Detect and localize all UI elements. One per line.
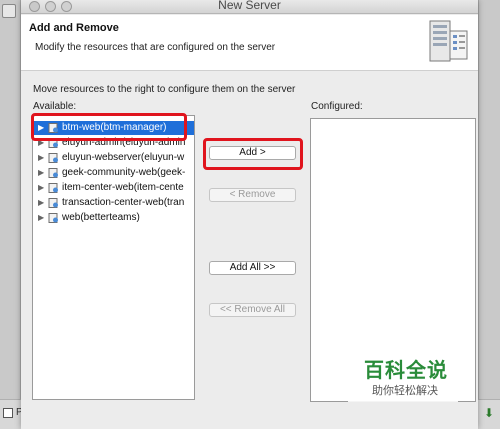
tree-item-web-betterteams[interactable]: ▶ web(betterteams) bbox=[33, 211, 194, 225]
tree-item-label: transaction-center-web(tran bbox=[62, 197, 185, 208]
watermark-title: 百科全说 bbox=[364, 358, 448, 382]
web-module-icon bbox=[48, 183, 58, 193]
available-list[interactable]: ▶ btm-web(btm-manager) ▶ eluyun-admin(el… bbox=[32, 115, 195, 400]
web-module-icon bbox=[48, 153, 58, 163]
highlight-box-selected-item bbox=[31, 113, 187, 141]
web-module-icon bbox=[48, 168, 58, 178]
tree-item-geek-community-web[interactable]: ▶ geek-community-web(geek- bbox=[33, 166, 194, 180]
tree-item-eluyun-webserver[interactable]: ▶ eluyun-webserver(eluyun-w bbox=[33, 151, 194, 165]
instruction-text: Move resources to the right to configure… bbox=[33, 84, 296, 95]
highlight-box-add-button bbox=[203, 138, 303, 170]
web-module-icon bbox=[48, 213, 58, 223]
watermark-subtitle: 助你轻松解决 bbox=[372, 384, 438, 397]
bottom-checkbox[interactable] bbox=[3, 408, 13, 418]
background-left-toolbar bbox=[0, 0, 21, 429]
available-label: Available: bbox=[33, 101, 77, 112]
tree-item-label: eluyun-webserver(eluyun-w bbox=[62, 152, 185, 163]
configured-label: Configured: bbox=[311, 101, 363, 112]
wizard-title: Add and Remove bbox=[29, 22, 119, 34]
triangle-right-icon[interactable]: ▶ bbox=[38, 151, 44, 165]
toolbar-icon[interactable] bbox=[2, 4, 16, 18]
tree-item-label: web(betterteams) bbox=[62, 212, 140, 223]
tree-item-label: geek-community-web(geek- bbox=[62, 167, 186, 178]
triangle-right-icon[interactable]: ▶ bbox=[38, 196, 44, 210]
remove-button[interactable]: < Remove bbox=[209, 188, 296, 202]
window-title: New Server bbox=[218, 0, 281, 12]
tree-item-transaction-center-web[interactable]: ▶ transaction-center-web(tran bbox=[33, 196, 194, 210]
tree-item-item-center-web[interactable]: ▶ item-center-web(item-cente bbox=[33, 181, 194, 195]
remove-all-button[interactable]: << Remove All bbox=[209, 303, 296, 317]
triangle-right-icon[interactable]: ▶ bbox=[38, 166, 44, 180]
titlebar: New Server bbox=[21, 0, 478, 14]
wizard-description: Modify the resources that are configured… bbox=[35, 42, 276, 53]
add-all-button[interactable]: Add All >> bbox=[209, 261, 296, 275]
server-stack-icon bbox=[429, 20, 468, 62]
download-icon[interactable]: ⬇ bbox=[482, 406, 496, 420]
wizard-header: Add and Remove Modify the resources that… bbox=[21, 15, 478, 71]
background-right-toolbar bbox=[478, 0, 500, 429]
tree-item-label: item-center-web(item-cente bbox=[62, 182, 184, 193]
triangle-right-icon[interactable]: ▶ bbox=[38, 211, 44, 225]
watermark: 百科全说 助你轻松解决 bbox=[348, 352, 458, 402]
triangle-right-icon[interactable]: ▶ bbox=[38, 181, 44, 195]
web-module-icon bbox=[48, 198, 58, 208]
